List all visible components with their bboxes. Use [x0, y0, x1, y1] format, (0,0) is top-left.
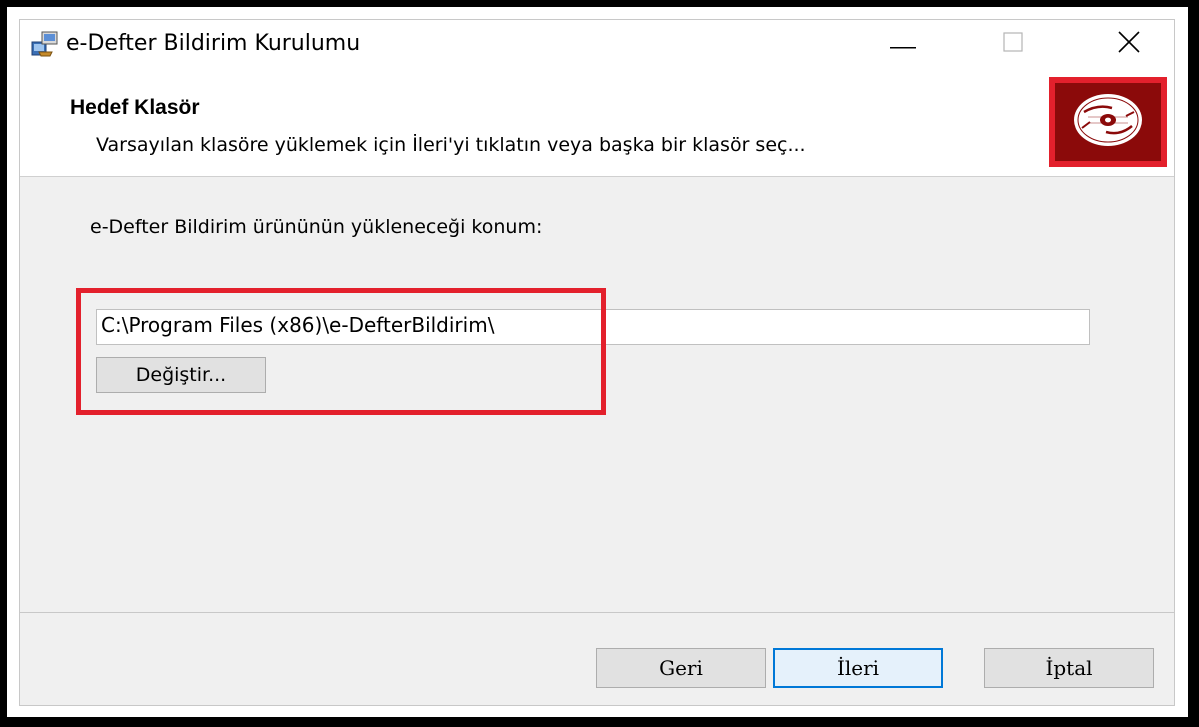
- maximize-button[interactable]: [980, 20, 1046, 68]
- banner-logo: [1049, 77, 1167, 167]
- cancel-button[interactable]: İptal: [984, 648, 1154, 688]
- installer-icon: [30, 30, 60, 58]
- minimize-button[interactable]: [870, 20, 936, 68]
- highlight-annotation: [76, 288, 606, 415]
- next-button[interactable]: İleri: [773, 648, 943, 688]
- page-title: Hedef Klasör: [70, 96, 200, 119]
- window-title: e-Defter Bildirim Kurulumu: [66, 31, 361, 56]
- footer-divider: [20, 612, 1174, 613]
- change-folder-button[interactable]: Değiştir...: [96, 357, 266, 393]
- page-subtitle: Varsayılan klasöre yüklemek için İleri'y…: [96, 134, 806, 156]
- install-path-field[interactable]: C:\Program Files (x86)\e-DefterBildirim\: [96, 309, 1090, 345]
- title-bar[interactable]: e-Defter Bildirim Kurulumu: [20, 20, 1174, 68]
- back-button[interactable]: Geri: [596, 648, 766, 688]
- install-location-label: e-Defter Bildirim ürününün yükleneceği k…: [90, 216, 543, 238]
- close-button[interactable]: [1096, 20, 1162, 68]
- close-icon: [1118, 31, 1140, 57]
- maximize-icon: [1003, 32, 1023, 56]
- screenshot-frame: e-Defter Bildirim Kurulumu Hedef Klasör …: [7, 7, 1188, 717]
- header-banner: Hedef Klasör Varsayılan klasöre yüklemek…: [20, 68, 1174, 177]
- disc-icon: [1068, 90, 1148, 154]
- installer-dialog: e-Defter Bildirim Kurulumu Hedef Klasör …: [19, 19, 1175, 706]
- minimize-icon: [890, 35, 916, 54]
